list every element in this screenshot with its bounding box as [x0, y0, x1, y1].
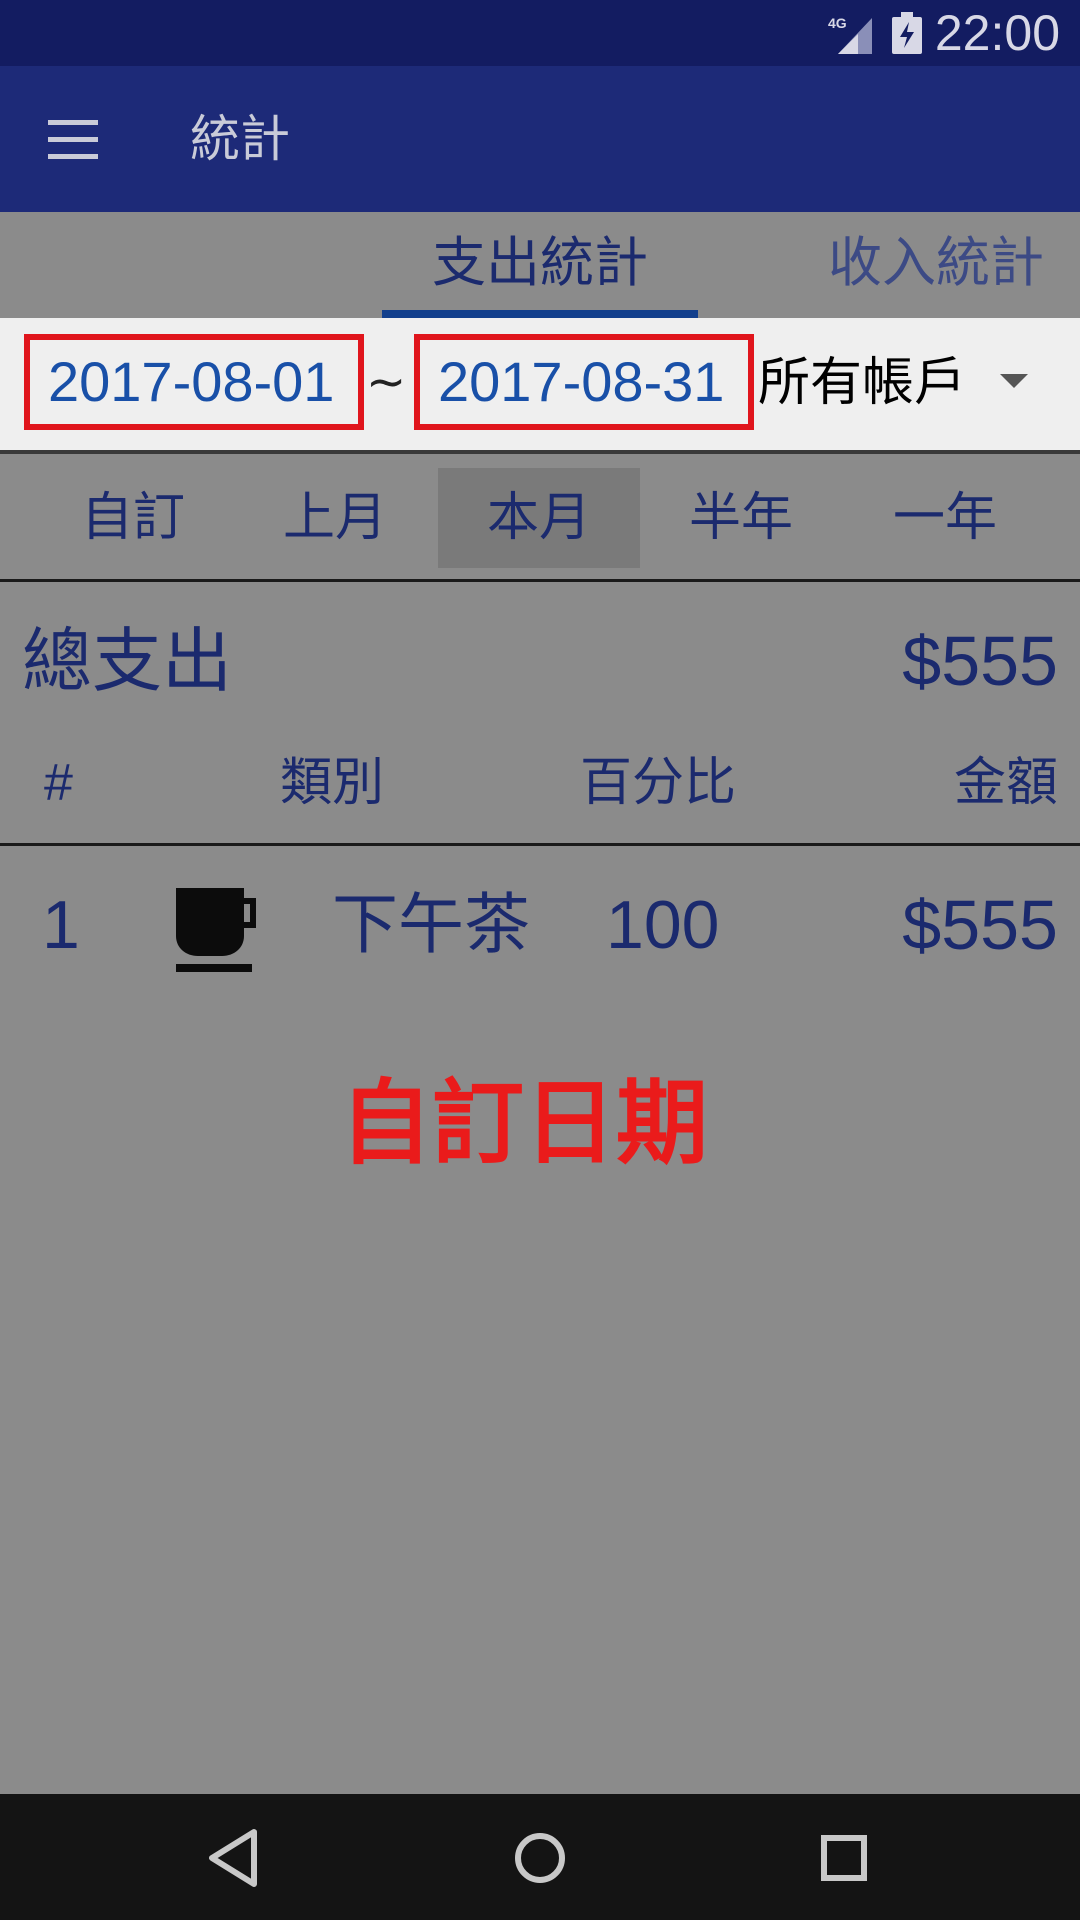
table-row[interactable]: 1 下午茶 100 $555	[0, 870, 1080, 980]
network-type-label: 4G	[828, 15, 847, 31]
end-date-field[interactable]: 2017-08-31	[414, 334, 754, 430]
header-category: 類別	[280, 753, 385, 813]
header-amount: 金額	[953, 753, 1058, 813]
total-summary: 總支出 $555	[0, 616, 1080, 706]
system-nav-bar	[0, 1794, 1080, 1920]
hamburger-menu-icon[interactable]	[30, 104, 114, 174]
start-date-field[interactable]: 2017-08-01	[24, 334, 364, 430]
coffee-cup-icon	[176, 888, 256, 972]
range-custom-button[interactable]: 自訂	[32, 468, 234, 568]
home-circle-icon[interactable]	[502, 1820, 578, 1896]
row-percent: 100	[606, 887, 720, 963]
app-bar: 統計	[0, 66, 1080, 212]
total-label: 總支出	[22, 620, 232, 702]
recents-square-icon[interactable]	[806, 1820, 882, 1896]
filter-row: 2017-08-01 ~ 2017-08-31 所有帳戶	[0, 318, 1080, 454]
range-half-year-button[interactable]: 半年	[640, 468, 842, 568]
tab-bar: 支出統計 收入統計	[0, 212, 1080, 318]
range-last-month-button[interactable]: 上月	[234, 468, 436, 568]
range-one-year-button[interactable]: 一年	[844, 468, 1046, 568]
header-number: #	[44, 754, 73, 812]
tab-expense-stats[interactable]: 支出統計	[382, 228, 698, 298]
cellular-signal-icon: 4G	[828, 15, 872, 54]
page-title: 統計	[190, 110, 290, 168]
table-header: # 類別 百分比 金額	[0, 736, 1080, 846]
status-time: 22:00	[934, 5, 1060, 61]
range-this-month-button[interactable]: 本月	[438, 468, 640, 568]
date-separator: ~	[366, 354, 407, 410]
account-selector[interactable]: 所有帳戶	[758, 348, 966, 418]
range-selector: 自訂 上月 本月 半年 一年	[0, 458, 1080, 582]
row-number: 1	[42, 887, 80, 963]
total-amount: $555	[902, 622, 1058, 700]
tab-income-stats[interactable]: 收入統計	[828, 228, 1044, 298]
tab-indicator	[382, 310, 698, 318]
battery-charging-icon	[892, 12, 922, 54]
row-amount: $555	[902, 886, 1058, 964]
row-category: 下午茶	[332, 886, 530, 963]
dropdown-arrow-icon[interactable]	[1000, 374, 1028, 388]
status-bar: 4G 22:00	[0, 0, 1080, 66]
back-triangle-icon[interactable]	[198, 1820, 274, 1896]
custom-date-annotation: 自訂日期	[339, 1070, 708, 1177]
header-percent: 百分比	[580, 753, 737, 813]
